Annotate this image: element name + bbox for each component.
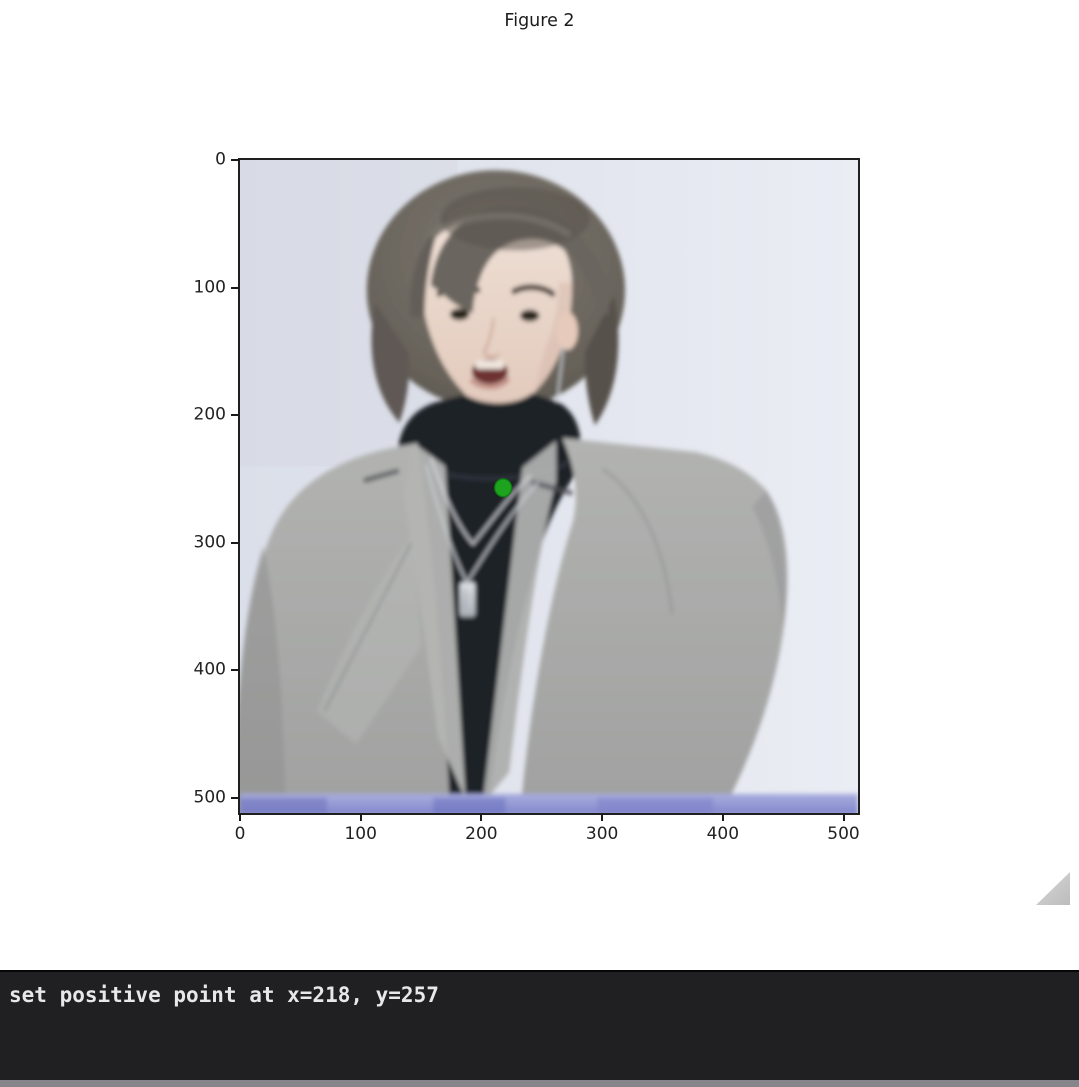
console-output-bar: set positive point at x=218, y=257: [0, 970, 1079, 1080]
y-tick-label: 400: [156, 660, 226, 680]
positive-point-marker: [495, 479, 512, 497]
x-tick-label: 200: [465, 824, 497, 844]
x-tick-label: 500: [827, 824, 859, 844]
y-tick-mark: [231, 287, 239, 289]
resize-grip-icon[interactable]: [1033, 869, 1073, 907]
y-tick-mark: [231, 797, 239, 799]
figure-title: Figure 2: [0, 11, 1079, 31]
y-tick-mark: [231, 414, 239, 416]
y-tick-label: 0: [156, 150, 226, 170]
x-tick-mark: [480, 813, 482, 821]
window-bottom-edge: [0, 1080, 1079, 1087]
x-tick-label: 300: [586, 824, 618, 844]
plot-area[interactable]: [238, 158, 860, 815]
y-tick-mark: [231, 542, 239, 544]
x-tick-mark: [360, 813, 362, 821]
y-tick-mark: [231, 159, 239, 161]
y-tick-label: 500: [156, 787, 226, 807]
x-tick-label: 100: [344, 824, 376, 844]
x-tick-mark: [239, 813, 241, 821]
y-tick-mark: [231, 669, 239, 671]
y-tick-label: 100: [156, 277, 226, 297]
photo-image: [240, 160, 858, 813]
x-tick-label: 400: [707, 824, 739, 844]
console-message: set positive point at x=218, y=257: [0, 972, 1079, 1007]
y-tick-label: 300: [156, 532, 226, 552]
x-tick-mark: [843, 813, 845, 821]
x-tick-mark: [601, 813, 603, 821]
y-tick-label: 200: [156, 405, 226, 425]
x-tick-label: 0: [235, 824, 246, 844]
x-tick-mark: [722, 813, 724, 821]
figure-window: Figure 2: [0, 0, 1079, 1087]
